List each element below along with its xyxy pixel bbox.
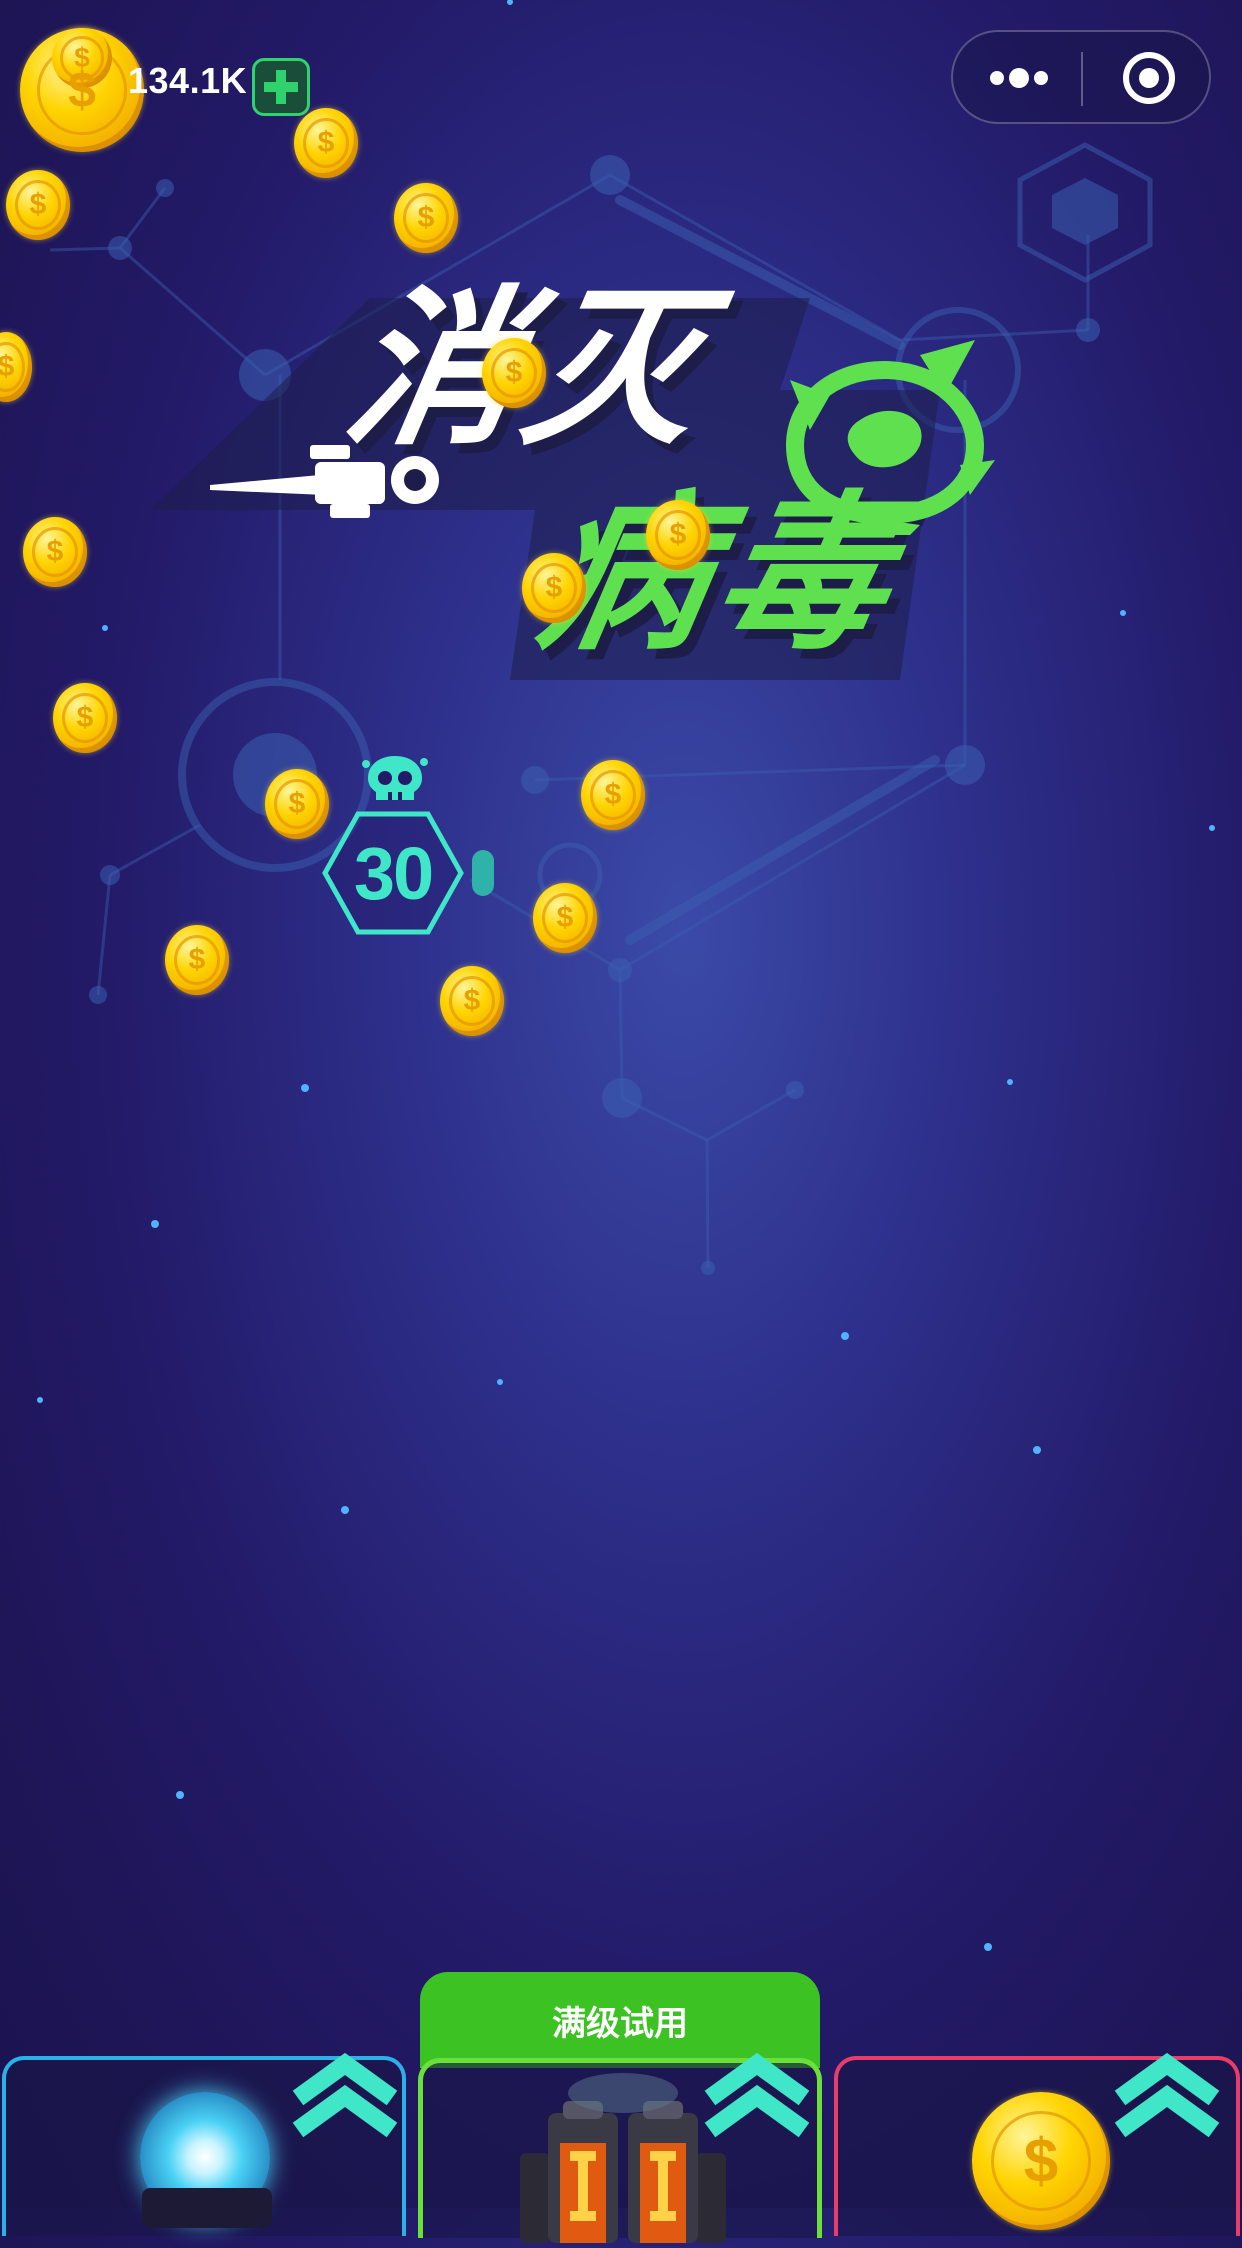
game-stage[interactable]: $ 134.1K 病毒 30 $ $ $ $ $ $ $ $ $ $ $ $ $… [0,0,1242,2243]
launcher-glow [568,2073,678,2113]
level-progress-pill [472,850,494,896]
mini-program-capsule [951,30,1211,124]
orb-base [142,2188,272,2228]
coin-pickup[interactable]: $ [482,338,546,408]
coin-pickup[interactable]: $ [294,108,358,178]
coin-pickup[interactable]: $ [581,760,645,830]
coin-pickup[interactable]: $ [265,769,329,839]
close-mini-program-icon [1123,52,1175,104]
upgrade-chevron-icon [704,2052,810,2138]
upgrade-chevron-icon [292,2052,398,2138]
coin-pickup[interactable]: $ [646,500,710,570]
coin-pickup[interactable]: $ [394,183,458,253]
coin-balance: 134.1K [128,60,248,101]
coin-pickup[interactable]: $ [533,883,597,953]
coin-pickup[interactable]: $ [522,553,586,623]
virus-mascot-icon [785,340,995,535]
close-mini-program-button[interactable] [1083,32,1211,122]
coin-pickup[interactable]: $ [23,517,87,587]
coin-pickup[interactable]: $ [440,966,504,1036]
missile-launcher-icon [518,2093,728,2243]
coin-pickup[interactable]: $ [6,170,70,240]
more-button[interactable] [953,32,1081,122]
add-coins-button[interactable] [252,58,310,116]
level-number: 30 [353,831,434,915]
more-icon [990,68,1048,88]
gold-coin-icon: $ [972,2092,1110,2230]
virus-skull-icon [362,756,428,800]
plus-icon [264,70,298,104]
coin-pickup[interactable]: $ [165,925,229,995]
coin-pickup[interactable]: $ [53,683,117,753]
upgrade-chevron-icon [1114,2052,1220,2138]
